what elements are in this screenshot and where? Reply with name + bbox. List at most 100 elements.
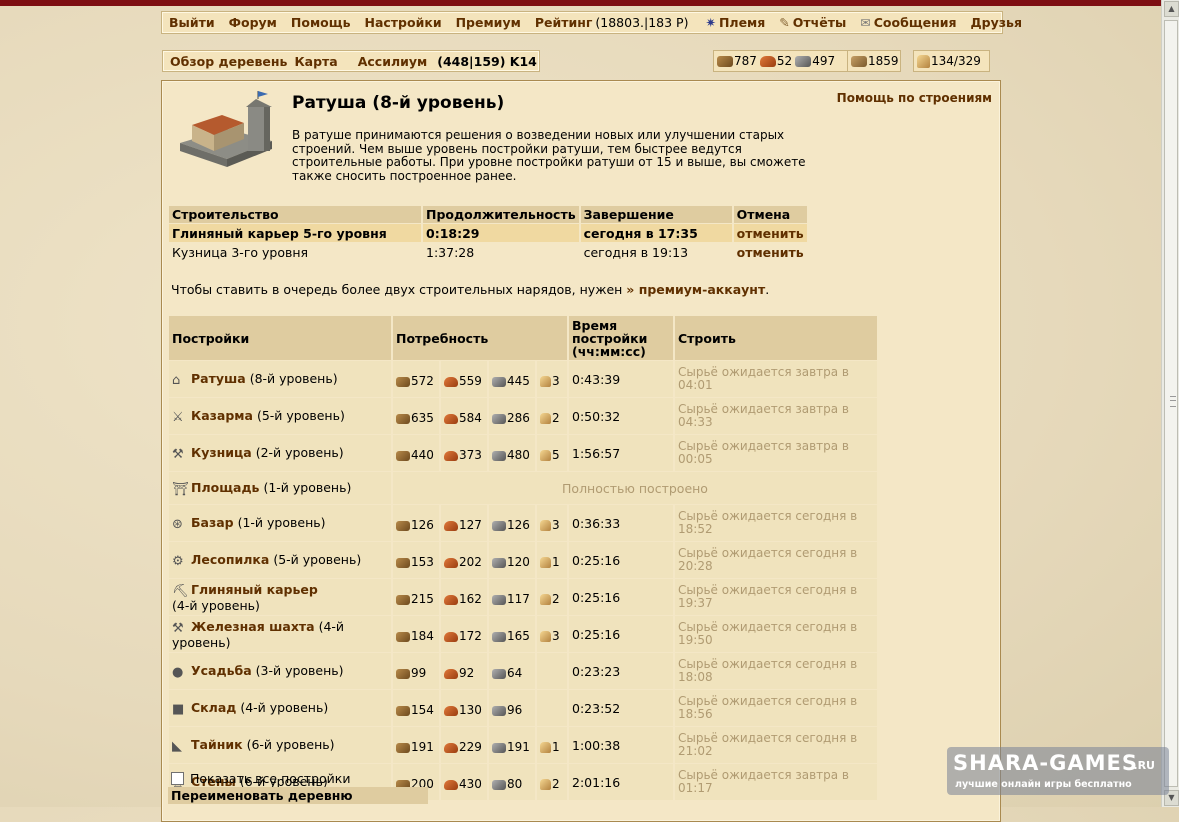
queue-header-row: Строительство Продолжительность Завершен… — [169, 206, 807, 223]
menu-reports-label: Отчёты — [792, 15, 847, 30]
pop-cost: 1 — [552, 555, 560, 569]
building-help-link[interactable]: Помощь по строениям — [837, 91, 992, 105]
watermark-logo: SHARA-GAMES — [953, 751, 1138, 775]
building-row: ⚒ Кузница (2-й уровень) 440 373 480 5 1:56:57 С… — [169, 435, 877, 471]
wood-cost: 153 — [411, 555, 434, 569]
population-icon — [540, 742, 551, 753]
clay-cost: 373 — [459, 448, 482, 462]
building-row: ◣ Тайник (6-й уровень) 191 229 191 1 1:00:38 Сы… — [169, 727, 877, 763]
iron-cost: 286 — [507, 411, 530, 425]
village-name-link[interactable]: Ассилиум — [358, 54, 428, 69]
queue-header-construction: Строительство — [169, 206, 421, 223]
hiding-place-icon: ◣ — [172, 739, 182, 754]
clay-cell: 162 — [441, 579, 487, 615]
scroll-up-arrow[interactable]: ▲ — [1164, 1, 1179, 17]
menu-ranking[interactable]: Рейтинг — [535, 15, 593, 30]
iron-cell: 191 — [489, 727, 535, 763]
pop-cell — [537, 653, 567, 689]
building-link[interactable]: Базар — [191, 515, 234, 530]
clay-icon — [444, 557, 458, 568]
menu-settings[interactable]: Настройки — [364, 15, 441, 30]
building-level: (5-й уровень) — [256, 408, 345, 423]
menu-logout[interactable]: Выйти — [169, 15, 215, 30]
buildings-table: Постройки Потребность Время постройки (ч… — [167, 315, 879, 801]
menu-forum[interactable]: Форум — [229, 15, 277, 30]
building-link[interactable]: Усадьба — [191, 663, 252, 678]
wood-cost: 215 — [411, 592, 434, 606]
clay-cost: 172 — [459, 629, 482, 643]
village-overview-link[interactable]: Обзор деревень — [170, 54, 287, 69]
clay-cost: 202 — [459, 555, 482, 569]
building-link[interactable]: Площадь — [191, 480, 259, 495]
build-time: 0:23:52 — [569, 690, 673, 726]
build-status: Сырьё ожидается сегодня в 19:37 — [675, 579, 877, 615]
building-link[interactable]: Лесопилка — [191, 552, 269, 567]
map-link[interactable]: Карта — [294, 54, 337, 69]
build-status: Сырьё ожидается сегодня в 19:50 — [675, 616, 877, 652]
clay-icon — [444, 779, 458, 790]
iron-icon — [492, 450, 506, 461]
queue-cancel-link[interactable]: отменить — [737, 226, 804, 241]
wood-cost: 440 — [411, 448, 434, 462]
clay-cell: 559 — [441, 361, 487, 397]
wood-cost: 572 — [411, 374, 434, 388]
building-link[interactable]: Кузница — [191, 445, 252, 460]
building-link[interactable]: Ратуша — [191, 371, 246, 386]
queue-cancel-link[interactable]: отменить — [737, 245, 804, 260]
buildings-header-row: Постройки Потребность Время постройки (ч… — [169, 316, 877, 360]
menu-premium[interactable]: Премиум — [456, 15, 521, 30]
menu-messages[interactable]: ✉ Сообщения — [860, 15, 956, 30]
clay-amount: 52 — [776, 54, 793, 68]
rename-village-header: Переименовать деревню — [168, 787, 428, 804]
iron-cell: 480 — [489, 435, 535, 471]
checkbox-box[interactable] — [171, 772, 184, 785]
build-time: 0:25:16 — [569, 616, 673, 652]
clay-icon — [759, 55, 776, 67]
clay-icon — [444, 594, 458, 605]
pop-cost: 3 — [552, 374, 560, 388]
building-link[interactable]: Склад — [191, 700, 236, 715]
wood-cost: 126 — [411, 518, 434, 532]
pop-cell: 3 — [537, 505, 567, 541]
iron-cost: 96 — [507, 703, 523, 717]
iron-cell: 80 — [489, 764, 535, 800]
menu-messages-label: Сообщения — [873, 15, 957, 30]
build-status: Сырьё ожидается сегодня в 18:52 — [675, 505, 877, 541]
pop-cell: 2 — [537, 579, 567, 615]
building-level: (2-й уровень) — [255, 445, 344, 460]
wood-cell: 184 — [393, 616, 439, 652]
menu-tribe[interactable]: ✷ Племя — [705, 15, 765, 30]
iron-icon — [795, 55, 812, 67]
menu-friends[interactable]: Друзья — [971, 15, 1022, 30]
resource-bar: 787 52 497 — [713, 50, 848, 72]
menu-help[interactable]: Помощь — [291, 15, 351, 30]
pop-cost: 2 — [552, 592, 560, 606]
header-buildings: Постройки — [169, 316, 391, 360]
building-link[interactable]: Казарма — [191, 408, 253, 423]
premium-account-link[interactable]: » премиум-аккаунт — [626, 282, 765, 297]
building-link[interactable]: Тайник — [191, 737, 243, 752]
population-icon — [540, 631, 551, 642]
building-row: ⊛ Базар (1-й уровень) 126 127 126 3 0:36:33 Сыр… — [169, 505, 877, 541]
population-icon — [540, 450, 551, 461]
clay-icon — [444, 705, 458, 716]
building-link[interactable]: Железная шахта — [191, 619, 315, 634]
build-status: Сырьё ожидается завтра в 04:01 — [675, 361, 877, 397]
clay-icon — [444, 631, 458, 642]
build-status: Сырьё ожидается сегодня в 21:02 — [675, 727, 877, 763]
pop-cost: 3 — [552, 518, 560, 532]
square-icon: ⛩ — [172, 482, 189, 497]
iron-icon — [492, 594, 506, 605]
vertical-scrollbar[interactable]: ▲ ▼ — [1161, 0, 1179, 807]
building-row: ⛏ Глиняный карьер (4-й уровень) 215 162 117 2 0… — [169, 579, 877, 615]
wood-cell: 154 — [393, 690, 439, 726]
wood-icon — [396, 520, 410, 531]
queue-item-end: сегодня в 17:35 — [580, 224, 732, 242]
scroll-thumb[interactable] — [1164, 20, 1178, 787]
building-link[interactable]: Глиняный карьер — [191, 582, 318, 597]
build-time: 0:50:32 — [569, 398, 673, 434]
menu-reports[interactable]: ✎ Отчёты — [779, 15, 846, 30]
show-all-checkbox[interactable]: Показать все постройки — [171, 771, 350, 786]
town-hall-icon: ⌂ — [172, 373, 181, 388]
iron-icon — [492, 779, 506, 790]
